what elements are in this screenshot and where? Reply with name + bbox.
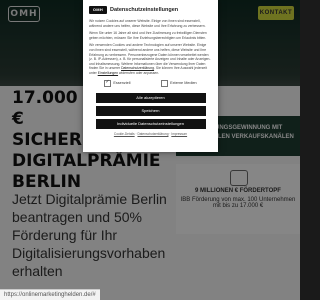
dialog-logo: OMH: [89, 6, 107, 14]
save-button[interactable]: Speichern: [95, 105, 206, 116]
dialog-paragraph-1: Wir nutzen Cookies auf unserer Website. …: [89, 19, 206, 28]
dialog-footer-links: Cookie-Details · Datenschutzerklärung · …: [113, 131, 188, 136]
individual-settings-button[interactable]: Individuelle Datenschutzeinstellungen: [95, 118, 206, 129]
cookie-consent-dialog: OMH Datenschutzeinstellungen Wir nutzen …: [83, 0, 218, 152]
dialog-header: OMH Datenschutzeinstellungen: [89, 4, 212, 16]
dialog-title: Datenschutzeinstellungen: [110, 7, 179, 13]
status-url: https://onlinemarketinghelden.de/#: [0, 289, 100, 300]
checkbox-essential[interactable]: Essenziell: [104, 79, 131, 87]
checkbox-external-media-box[interactable]: [161, 79, 169, 87]
checkbox-essential-box[interactable]: [104, 79, 112, 87]
imprint-link[interactable]: Impressum: [171, 132, 187, 136]
dialog-paragraph-2: Wenn Sie unter 16 Jahre alt sind und Ihr…: [89, 31, 207, 40]
cookie-details-link[interactable]: Cookie-Details: [114, 132, 135, 136]
checkbox-essential-label: Essenziell: [113, 81, 131, 86]
checkbox-external-media-label: Externe Medien: [170, 81, 197, 86]
footer-privacy-link[interactable]: Datenschutzerklärung: [137, 132, 168, 136]
consent-checkboxes: Essenziell Externe Medien: [89, 79, 212, 87]
dialog-paragraph-3-end: widerrufen oder anpassen.: [119, 70, 160, 75]
privacy-policy-link[interactable]: Datenschutzerklärung: [121, 66, 154, 70]
accept-all-button[interactable]: Alle akzeptieren: [95, 92, 206, 103]
checkbox-external-media[interactable]: Externe Medien: [161, 79, 197, 87]
settings-link[interactable]: Einstellungen: [98, 71, 118, 75]
dialog-paragraph-3: Wir verwenden Cookies und andere Technol…: [89, 43, 212, 75]
